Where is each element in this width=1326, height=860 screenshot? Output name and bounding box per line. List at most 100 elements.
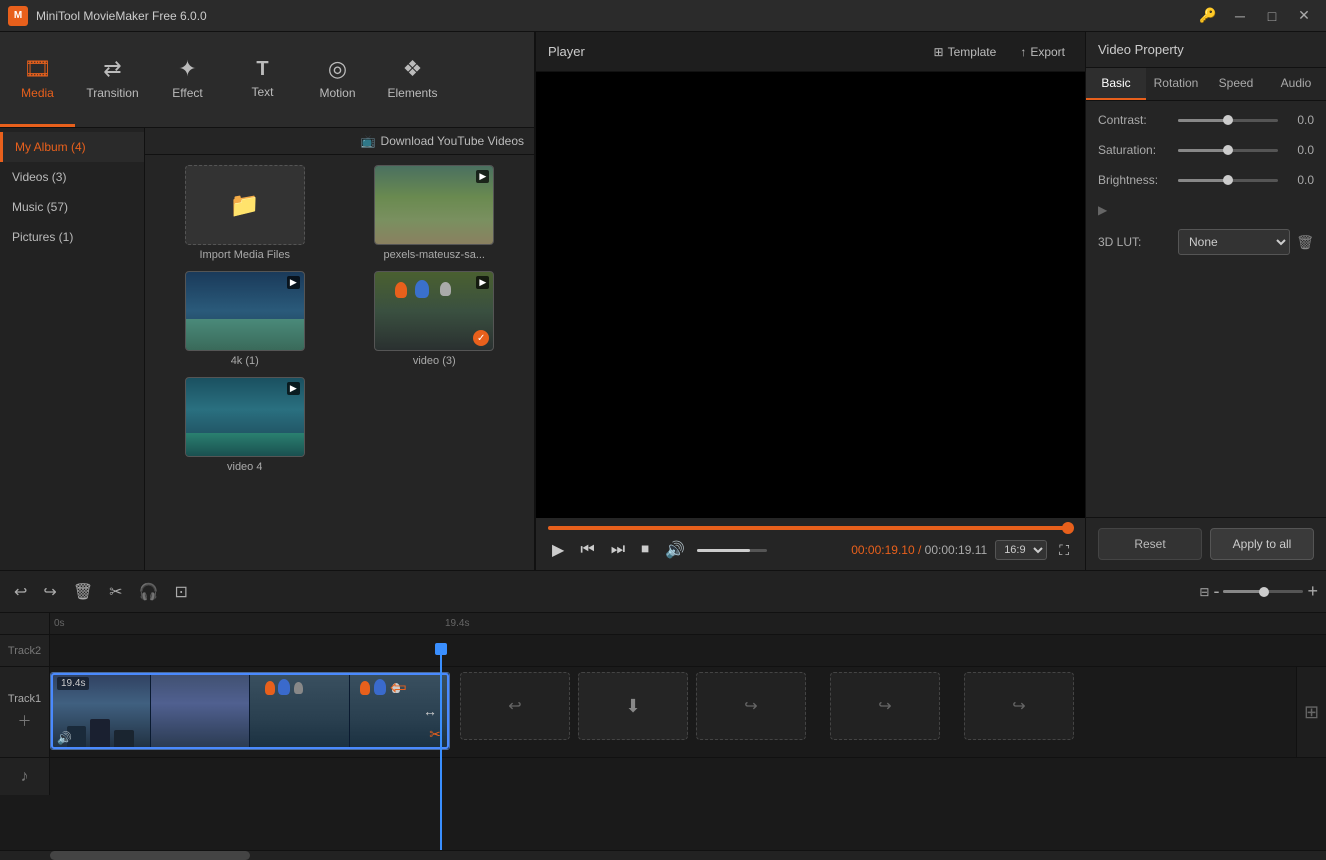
- export-icon: ↑: [1020, 45, 1026, 59]
- progress-bar[interactable]: [548, 526, 1073, 530]
- track1-content: ⇦: [50, 667, 1296, 757]
- media-4k-item[interactable]: ▶ 4k (1): [155, 271, 335, 367]
- app-title: MiniTool MovieMaker Free 6.0.0: [36, 9, 1194, 23]
- motion-icon: ◎: [328, 56, 347, 82]
- brightness-slider[interactable]: [1178, 179, 1278, 182]
- delete-btn[interactable]: 🗑: [67, 578, 99, 606]
- collapse-arrow[interactable]: ▶: [1098, 203, 1107, 217]
- next-frame-btn[interactable]: ⏭: [607, 539, 629, 561]
- progress-fill: [548, 526, 1068, 530]
- progress-thumb: [1062, 522, 1074, 534]
- tab-audio[interactable]: Audio: [1266, 68, 1326, 100]
- toolbar-elements-label: Elements: [387, 86, 437, 100]
- lut-select[interactable]: None Cinematic Warm Cool: [1178, 229, 1290, 255]
- sidebar-item-pictures[interactable]: Pictures (1): [0, 222, 144, 252]
- toolbar-media[interactable]: 🎞 Media: [0, 32, 75, 127]
- clip-duration-label: 19.4s: [57, 677, 89, 690]
- play-btn[interactable]: ▶: [548, 538, 568, 562]
- redo-btn[interactable]: ↪: [37, 578, 62, 606]
- aspect-ratio-select[interactable]: 16:9 9:16 4:3 1:1: [995, 540, 1047, 560]
- toolbar-motion[interactable]: ◎ Motion: [300, 32, 375, 127]
- toolbar-elements[interactable]: ❖ Elements: [375, 32, 450, 127]
- saturation-slider[interactable]: [1178, 149, 1278, 152]
- slot-3[interactable]: ↪: [830, 672, 940, 740]
- cut-btn[interactable]: ✂: [103, 578, 128, 606]
- add-track-side-icon: ⊞: [1304, 702, 1319, 723]
- brightness-fill: [1178, 179, 1228, 182]
- sidebar-item-music[interactable]: Music (57): [0, 192, 144, 222]
- prev-frame-btn[interactable]: ⏮: [576, 539, 598, 561]
- toolbar-text[interactable]: T Text: [225, 32, 300, 127]
- property-body: Contrast: 0.0 Saturation: 0.: [1086, 101, 1326, 517]
- slot-1[interactable]: ↩: [460, 672, 570, 740]
- zoom-out-btn[interactable]: -: [1213, 581, 1219, 602]
- slot-2[interactable]: ↪: [696, 672, 806, 740]
- pexels-vid-badge: ▶: [476, 170, 489, 183]
- export-btn[interactable]: ↑ Export: [1012, 41, 1073, 63]
- close-btn[interactable]: ✕: [1290, 5, 1318, 27]
- timeline-ruler: 0s 19.4s: [0, 613, 1326, 635]
- toolbar-effect-label: Effect: [172, 86, 202, 100]
- minimize-btn[interactable]: ─: [1226, 5, 1254, 27]
- media-import-item[interactable]: 📁 Import Media Files: [155, 165, 335, 261]
- video3-vid-badge: ▶: [476, 276, 489, 289]
- music-track-icon: ♪: [21, 768, 29, 786]
- ruler-0s: 0s: [54, 618, 65, 629]
- slot-4-arrow: ↪: [1012, 696, 1025, 716]
- tab-speed[interactable]: Speed: [1206, 68, 1266, 100]
- key-btn[interactable]: 🔑: [1194, 5, 1222, 27]
- brightness-thumb: [1223, 175, 1233, 185]
- lut-delete-btn[interactable]: 🗑: [1296, 234, 1314, 251]
- tab-rotation[interactable]: Rotation: [1146, 68, 1206, 100]
- download-youtube-btn[interactable]: 📺 Download YouTube Videos: [361, 134, 524, 148]
- toolbar-transition[interactable]: ⇄ Transition: [75, 32, 150, 127]
- reset-button[interactable]: Reset: [1098, 528, 1202, 560]
- toolbar-effect[interactable]: ✦ Effect: [150, 32, 225, 127]
- stop-btn[interactable]: ⏹: [637, 539, 653, 561]
- media-icon: 🎞: [24, 56, 52, 82]
- sidebar-item-my-album[interactable]: My Album (4): [0, 132, 144, 162]
- crop-btn[interactable]: ⊡: [168, 578, 193, 606]
- fullscreen-btn[interactable]: ⛶: [1055, 540, 1073, 561]
- add-track-icon[interactable]: ＋: [18, 711, 32, 731]
- slot-download[interactable]: ⬇: [578, 672, 688, 740]
- brightness-value: 0.0: [1284, 173, 1314, 187]
- zoom-slider[interactable]: [1223, 590, 1303, 593]
- brightness-row: Brightness: 0.0: [1098, 173, 1314, 187]
- media-pexels-item[interactable]: ▶ pexels-mateusz-sa...: [345, 165, 525, 261]
- brightness-label: Brightness:: [1098, 173, 1178, 187]
- ruler-content: 0s 19.4s: [50, 613, 1326, 634]
- video4-vid-badge: ▶: [287, 382, 300, 395]
- property-panel: Video Property Basic Rotation Speed Audi…: [1086, 32, 1326, 570]
- tab-basic[interactable]: Basic: [1086, 68, 1146, 100]
- media-video4-item[interactable]: ▶ video 4: [155, 377, 335, 473]
- volume-icon[interactable]: 🔊: [661, 538, 689, 562]
- apply-to-all-button[interactable]: Apply to all: [1210, 528, 1314, 560]
- zoom-in-btn[interactable]: +: [1307, 581, 1318, 602]
- audio-btn[interactable]: 🎧: [133, 578, 165, 606]
- sidebar-item-videos[interactable]: Videos (3): [0, 162, 144, 192]
- app-icon: M: [8, 6, 28, 26]
- video3-label: video (3): [413, 355, 456, 367]
- audio-track-label: ♪: [0, 758, 50, 795]
- slot-2-arrow: ↪: [744, 696, 757, 716]
- video-area: [536, 72, 1085, 518]
- maximize-btn[interactable]: □: [1258, 5, 1286, 27]
- track1-label: Track1: [8, 693, 41, 705]
- volume-slider[interactable]: [697, 549, 767, 552]
- clip-volume-icon: 🔊: [57, 731, 72, 745]
- arrow-indicator: ⇦: [390, 675, 407, 700]
- contrast-fill: [1178, 119, 1228, 122]
- contrast-slider[interactable]: [1178, 119, 1278, 122]
- property-header: Video Property: [1086, 32, 1326, 68]
- add-track-side[interactable]: ⊞: [1296, 667, 1326, 757]
- player-label: Player: [548, 44, 585, 59]
- playhead: [440, 643, 442, 850]
- text-icon: T: [256, 58, 268, 81]
- video4-label: video 4: [227, 461, 262, 473]
- timeline-scrollbar[interactable]: [0, 850, 1326, 860]
- media-video3-item[interactable]: ▶ ✓ video (3): [345, 271, 525, 367]
- slot-4[interactable]: ↪: [964, 672, 1074, 740]
- undo-btn[interactable]: ↩: [8, 578, 33, 606]
- template-btn[interactable]: ⊞ Template: [926, 41, 1005, 63]
